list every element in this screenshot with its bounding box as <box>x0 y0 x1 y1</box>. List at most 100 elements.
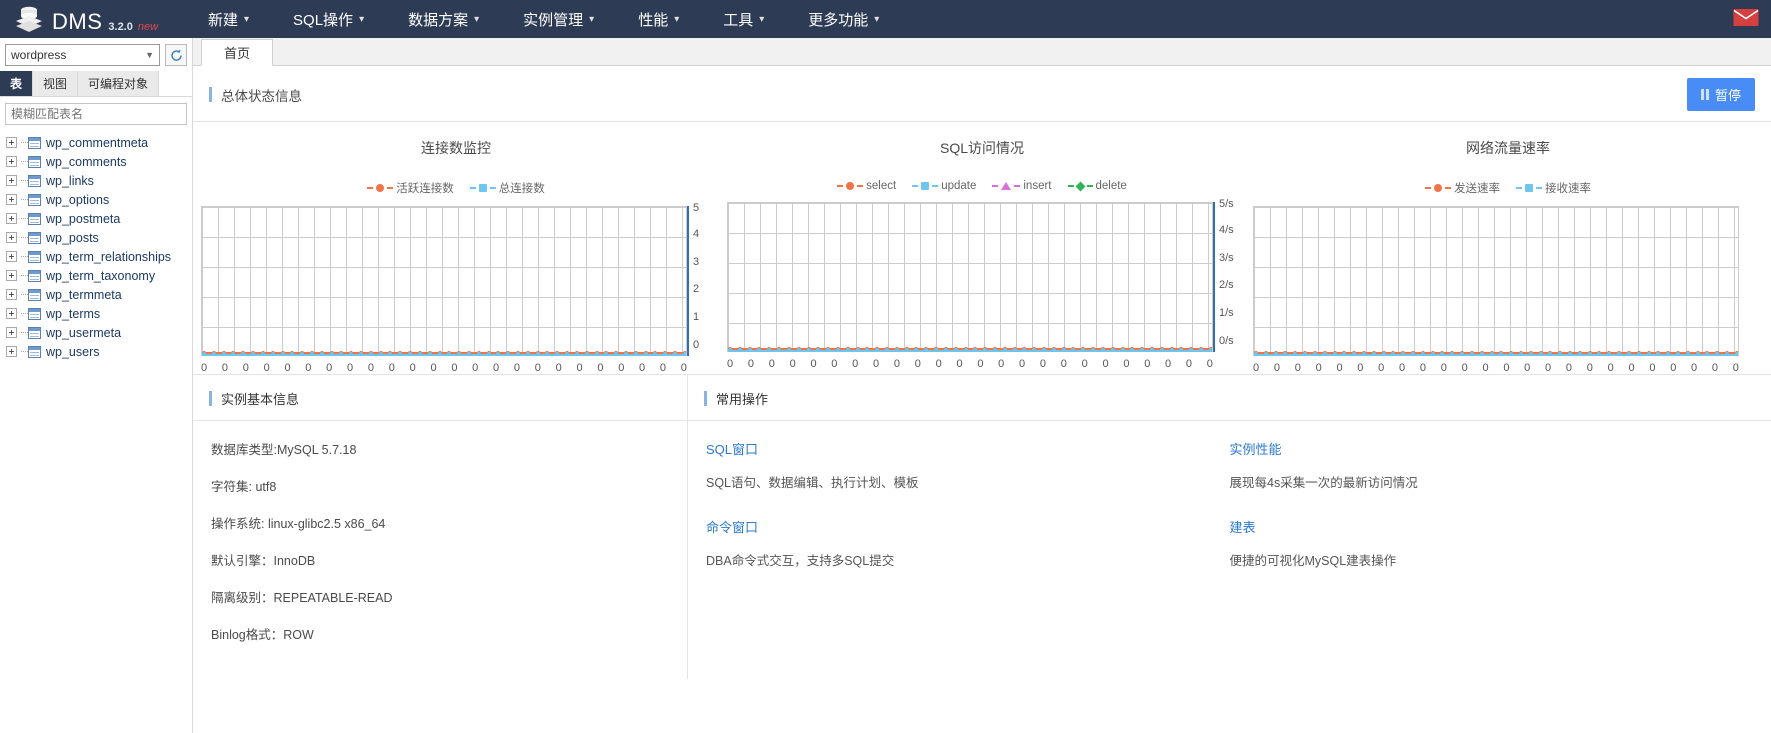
menu-item-sql-operations[interactable]: SQL操作 ▾ <box>271 0 386 38</box>
tree-item-table[interactable]: wp_posts <box>6 228 192 247</box>
y-tick: 4 <box>693 227 700 240</box>
info-line-db-type: 数据库类型:MySQL 5.7.18 <box>211 443 357 457</box>
refresh-icon[interactable] <box>165 44 187 66</box>
x-tick: 0 <box>1165 358 1172 370</box>
table-tree: wp_commentmeta wp_comments wp_links wp_o… <box>0 131 192 733</box>
menu-item-new[interactable]: 新建 ▾ <box>186 0 271 38</box>
legend-item[interactable]: select <box>837 180 896 192</box>
x-tick: 0 <box>242 362 249 374</box>
expand-plus-icon[interactable] <box>6 270 17 281</box>
page-tab-strip: 首页 <box>193 38 1771 66</box>
x-tick: 0 <box>1294 362 1301 374</box>
operation-link[interactable]: 建表 <box>1230 517 1256 536</box>
tree-item-table[interactable]: wp_postmeta <box>6 209 192 228</box>
chart-title: SQL访问情况 <box>939 140 1024 156</box>
x-tick: 0 <box>326 362 333 374</box>
x-tick: 0 <box>789 358 796 370</box>
chevron-down-icon: ▾ <box>244 13 250 25</box>
expand-plus-icon[interactable] <box>6 156 17 167</box>
operation-link[interactable]: 命令窗口 <box>706 517 758 536</box>
tree-item-table[interactable]: wp_terms <box>6 304 192 323</box>
expand-plus-icon[interactable] <box>6 194 17 205</box>
tree-connector <box>21 180 28 181</box>
tree-item-table[interactable]: wp_term_relationships <box>6 247 192 266</box>
common-operations-body: SQL窗口 SQL语句、数据编辑、执行计划、模板 实例性能 展现每4s采集一次的… <box>688 421 1771 613</box>
menu-item-instance-management[interactable]: 实例管理 ▾ <box>501 0 616 38</box>
object-tab-tables[interactable]: 表 <box>0 71 34 96</box>
y-tick: 3/s <box>1219 251 1234 264</box>
legend-item[interactable]: 发送速率 <box>1425 180 1500 196</box>
expand-plus-icon[interactable] <box>6 213 17 224</box>
chevron-down-icon: ▾ <box>874 13 880 25</box>
x-tick: 0 <box>639 362 646 374</box>
legend-label: 发送速率 <box>1454 183 1500 195</box>
x-tick: 0 <box>1102 358 1109 370</box>
expand-plus-icon[interactable] <box>6 137 17 148</box>
legend-label: insert <box>1023 180 1052 192</box>
expand-plus-icon[interactable] <box>6 232 17 243</box>
pause-button[interactable]: 暂停 <box>1686 78 1755 111</box>
y-tick: 1/s <box>1219 307 1234 320</box>
menu-item-data-schemes[interactable]: 数据方案 ▾ <box>386 0 501 38</box>
x-tick: 0 <box>1039 358 1047 370</box>
tree-item-table[interactable]: wp_options <box>6 190 192 209</box>
x-tick: 0 <box>1273 362 1280 374</box>
diamond-marker-icon <box>1075 181 1085 191</box>
table-icon <box>28 193 41 206</box>
expand-plus-icon[interactable] <box>6 346 17 357</box>
tree-item-table[interactable]: wp_users <box>6 342 192 361</box>
legend-item[interactable]: 接收速率 <box>1516 180 1591 196</box>
section-title-text: 总体状态信息 <box>221 88 302 104</box>
legend-item[interactable]: delete <box>1067 180 1127 192</box>
expand-plus-icon[interactable] <box>6 289 17 300</box>
expand-plus-icon[interactable] <box>6 327 17 338</box>
expand-plus-icon[interactable] <box>6 308 17 319</box>
legend-item[interactable]: 活跃连接数 <box>367 180 454 196</box>
x-tick: 0 <box>367 362 374 374</box>
panel-title: 常用操作 <box>716 392 769 407</box>
tree-item-table[interactable]: wp_links <box>6 171 192 190</box>
object-tab-label: 视图 <box>43 77 68 91</box>
object-tab-programmable[interactable]: 可编程对象 <box>78 71 160 96</box>
chart-y-axis: 5 4 3 2 1 0 <box>687 203 711 356</box>
object-tab-views[interactable]: 视图 <box>33 71 79 96</box>
x-tick: 0 <box>1185 358 1193 370</box>
tree-item-table[interactable]: wp_termmeta <box>6 285 192 304</box>
x-tick: 0 <box>1060 358 1067 370</box>
operation-link[interactable]: 实例性能 <box>1230 439 1282 458</box>
legend-item[interactable]: insert <box>992 180 1052 192</box>
menu-item-performance[interactable]: 性能 ▾ <box>616 0 701 38</box>
tree-item-table[interactable]: wp_usermeta <box>6 323 192 342</box>
x-tick: 0 <box>1545 362 1552 374</box>
y-tick: 4/s <box>1219 223 1234 236</box>
menu-item-tools[interactable]: 工具 ▾ <box>701 0 786 38</box>
mail-icon[interactable] <box>1733 9 1759 30</box>
tree-connector <box>21 237 28 238</box>
chart-grid <box>201 206 687 356</box>
series-points <box>202 352 687 356</box>
menu-item-more-features[interactable]: 更多功能 ▾ <box>786 0 901 38</box>
circle-marker-icon <box>1434 184 1442 192</box>
legend-label: 接收速率 <box>1545 183 1591 195</box>
tree-connector <box>21 218 28 219</box>
tree-item-table[interactable]: wp_term_taxonomy <box>6 266 192 285</box>
database-select[interactable]: wordpress ▼ <box>5 44 160 66</box>
table-icon <box>28 212 41 225</box>
panel-title: 实例基本信息 <box>221 392 300 407</box>
table-filter-input[interactable] <box>5 103 187 125</box>
x-tick: 0 <box>451 362 458 374</box>
tree-item-table[interactable]: wp_comments <box>6 152 192 171</box>
expand-plus-icon[interactable] <box>6 175 17 186</box>
y-tick: 1 <box>693 311 700 324</box>
x-tick: 0 <box>1440 362 1447 374</box>
operation-link[interactable]: SQL窗口 <box>706 439 758 458</box>
x-tick: 0 <box>555 362 562 374</box>
bottom-panels: 实例基本信息 数据库类型:MySQL 5.7.18 字符集: utf8 操作系统… <box>193 374 1771 679</box>
legend-item[interactable]: update <box>912 180 976 192</box>
tab-home[interactable]: 首页 <box>201 39 274 66</box>
expand-plus-icon[interactable] <box>6 251 17 262</box>
chart-title: 网络流量速率 <box>1466 140 1550 156</box>
tree-item-table[interactable]: wp_commentmeta <box>6 133 192 152</box>
legend-item[interactable]: 总连接数 <box>469 180 545 196</box>
chart-legend: 发送速率 接收速率 <box>1253 180 1763 196</box>
